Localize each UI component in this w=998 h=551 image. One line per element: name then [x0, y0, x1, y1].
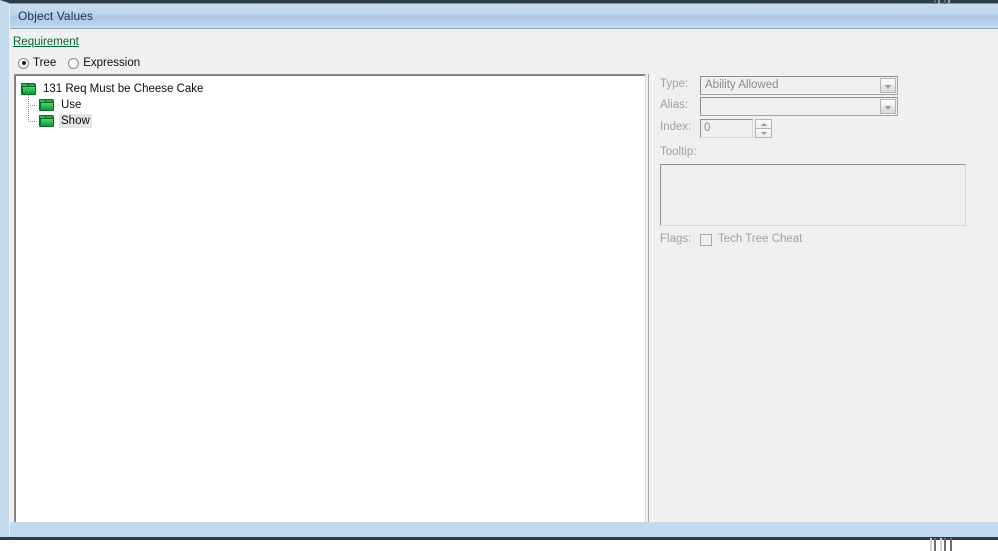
alias-combobox[interactable] [700, 97, 898, 116]
type-label: Type: [660, 78, 689, 90]
tree-node-root[interactable]: 131 Req Must be Cheese Cake [21, 81, 642, 97]
window-bottom-edge [0, 537, 998, 540]
bottom-resize-grip[interactable] [930, 538, 962, 551]
object-values-dialog: Object Values Requirement Tree Expressio… [0, 0, 998, 551]
folder-icon [39, 98, 55, 112]
index-value: 0 [704, 122, 711, 134]
radio-expression[interactable]: Expression [68, 57, 140, 69]
type-combobox[interactable]: Ability Allowed [700, 76, 898, 95]
radio-tree-label: Tree [33, 57, 57, 69]
title-bar[interactable]: Object Values [10, 4, 998, 29]
view-mode-radio-group: Tree Expression [18, 55, 152, 71]
properties-panel: Type: Ability Allowed Alias: Index: 0 To… [656, 74, 998, 526]
tree-node-show[interactable]: Show [21, 105, 642, 129]
stepper-down-icon[interactable] [755, 128, 772, 138]
tree-view-inner: 131 Req Must be Cheese Cake Use Show [15, 75, 645, 525]
tree-node-label: Use [61, 99, 82, 111]
alias-label: Alias: [660, 99, 689, 111]
tree-node-label: 131 Req Must be Cheese Cake [43, 83, 204, 95]
chevron-down-icon[interactable] [880, 78, 896, 93]
top-resize-grip[interactable] [934, 0, 958, 4]
radio-tree[interactable]: Tree [18, 57, 56, 69]
window-title: Object Values [18, 9, 94, 23]
panel-splitter[interactable] [648, 74, 653, 526]
tech-tree-cheat-label: Tech Tree Cheat [718, 233, 803, 245]
tree-node-use[interactable]: Use [21, 89, 642, 113]
tooltip-textarea[interactable] [660, 164, 966, 226]
requirement-tree-view[interactable]: 131 Req Must be Cheese Cake Use Show [14, 74, 646, 526]
radio-expression-label: Expression [83, 57, 141, 69]
index-label: Index: [660, 121, 692, 133]
folder-icon [21, 82, 37, 96]
index-stepper[interactable] [755, 119, 772, 139]
tech-tree-cheat-checkbox[interactable] [700, 234, 712, 246]
type-combobox-value: Ability Allowed [705, 79, 779, 91]
requirement-link[interactable]: Requirement [13, 36, 79, 48]
tooltip-label: Tooltip: [660, 146, 697, 158]
tree-node-label: Show [59, 114, 92, 128]
radio-tree-indicator [18, 57, 29, 69]
client-area: Requirement Tree Expression 131 Req Must… [10, 29, 998, 526]
status-bar [10, 522, 998, 537]
folder-icon [39, 114, 55, 128]
chevron-down-icon[interactable] [880, 99, 896, 114]
tree-node-list: 131 Req Must be Cheese Cake Use Show [21, 81, 642, 129]
index-input[interactable]: 0 [700, 119, 753, 138]
flags-label: Flags: [660, 233, 692, 245]
radio-expression-indicator [68, 57, 80, 69]
